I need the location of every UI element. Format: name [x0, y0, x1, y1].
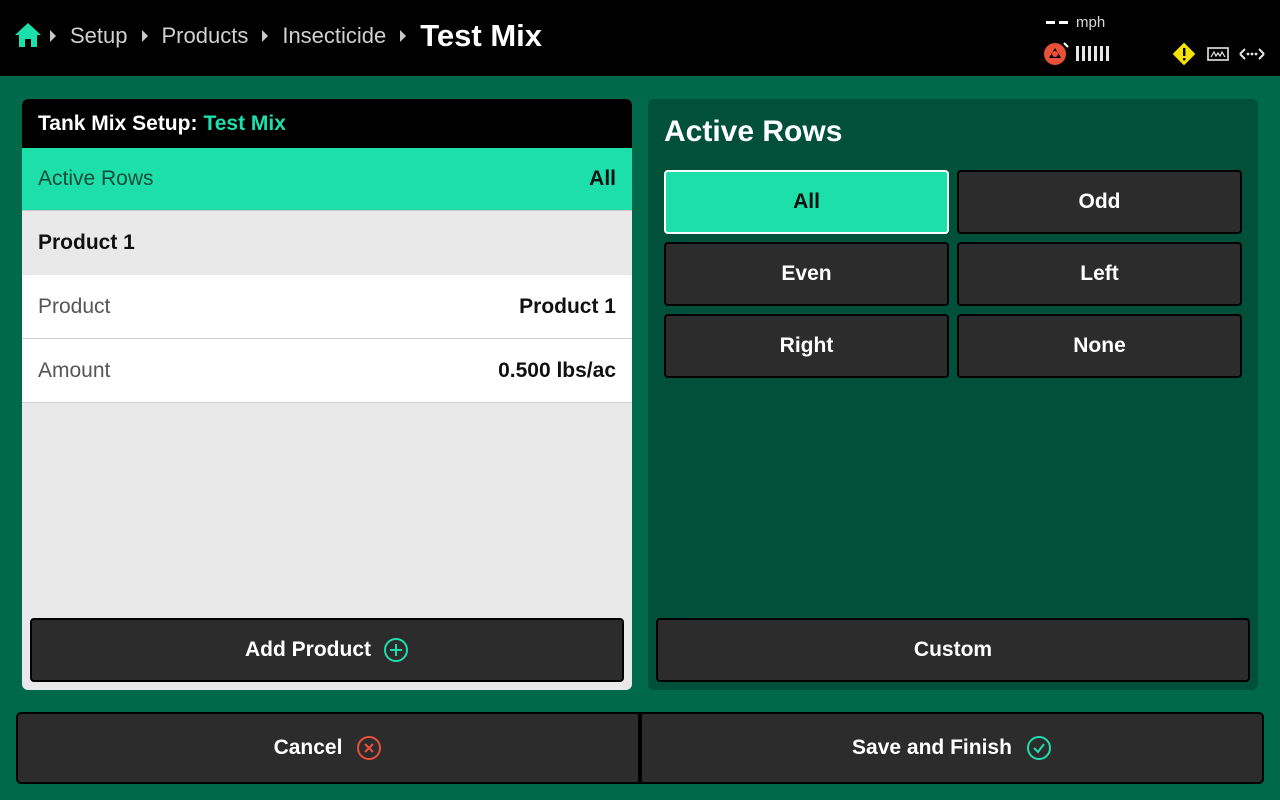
- top-bar: Setup Products Insecticide Test Mix mph: [0, 0, 1280, 76]
- active-rows-row[interactable]: Active Rows All: [22, 148, 632, 211]
- panel-header: Tank Mix Setup: Test Mix: [22, 99, 632, 148]
- option-odd-button[interactable]: Odd: [957, 170, 1242, 234]
- active-rows-panel: Active Rows All Odd Even Left Right None…: [648, 99, 1258, 690]
- active-rows-label: Active Rows: [38, 167, 154, 190]
- breadcrumb-products[interactable]: Products: [162, 23, 249, 49]
- speed-value-dashes: [1046, 21, 1068, 24]
- option-left-button[interactable]: Left: [957, 242, 1242, 306]
- option-right-button[interactable]: Right: [664, 314, 949, 378]
- warning-icon[interactable]: [1172, 42, 1196, 66]
- custom-button[interactable]: Custom: [656, 618, 1250, 682]
- tank-mix-setup-panel: Tank Mix Setup: Test Mix Active Rows All…: [22, 99, 632, 690]
- plus-circle-icon: [384, 638, 408, 662]
- option-even-button[interactable]: Even: [664, 242, 949, 306]
- save-and-finish-button[interactable]: Save and Finish: [640, 712, 1264, 784]
- implement-icon[interactable]: [1206, 44, 1230, 64]
- panel-title-prefix: Tank Mix Setup:: [38, 111, 198, 135]
- amount-row[interactable]: Amount 0.500 lbs/ac: [22, 339, 632, 403]
- x-circle-icon: [357, 736, 382, 760]
- chevron-right-icon: [141, 30, 148, 42]
- cancel-button[interactable]: Cancel: [16, 712, 640, 784]
- active-rows-value: All: [589, 167, 616, 190]
- active-rows-title: Active Rows: [664, 115, 843, 148]
- cancel-label: Cancel: [273, 736, 343, 759]
- save-label: Save and Finish: [852, 736, 1012, 759]
- product-value: Product 1: [519, 294, 616, 318]
- option-all-button[interactable]: All: [664, 170, 949, 234]
- panel-title-accent: Test Mix: [203, 111, 286, 135]
- add-product-button[interactable]: Add Product: [30, 618, 624, 682]
- home-icon[interactable]: [14, 22, 42, 48]
- chevron-right-icon: [50, 30, 56, 42]
- chevron-right-icon: [262, 30, 269, 42]
- product-section-title: Product 1: [38, 231, 135, 254]
- breadcrumb-setup[interactable]: Setup: [70, 23, 128, 49]
- amount-label: Amount: [38, 358, 111, 382]
- page-title: Test Mix: [420, 18, 543, 53]
- chevron-right-icon: [400, 30, 407, 42]
- check-circle-icon: [1026, 736, 1051, 760]
- gps-satellite-icon: [1044, 42, 1069, 65]
- speed-readout: mph: [1046, 14, 1105, 31]
- connection-arrows-icon[interactable]: [1238, 44, 1266, 64]
- breadcrumb: Setup Products Insecticide Test Mix: [50, 0, 542, 72]
- speed-unit: mph: [1076, 14, 1106, 31]
- breadcrumb-insecticide[interactable]: Insecticide: [282, 23, 386, 49]
- amount-value: 0.500 lbs/ac: [498, 358, 616, 382]
- signal-strength-icon: [1076, 46, 1109, 61]
- product-label: Product: [38, 294, 111, 318]
- product-row[interactable]: Product Product 1: [22, 275, 632, 339]
- option-none-button[interactable]: None: [957, 314, 1242, 378]
- add-product-label: Add Product: [245, 638, 371, 661]
